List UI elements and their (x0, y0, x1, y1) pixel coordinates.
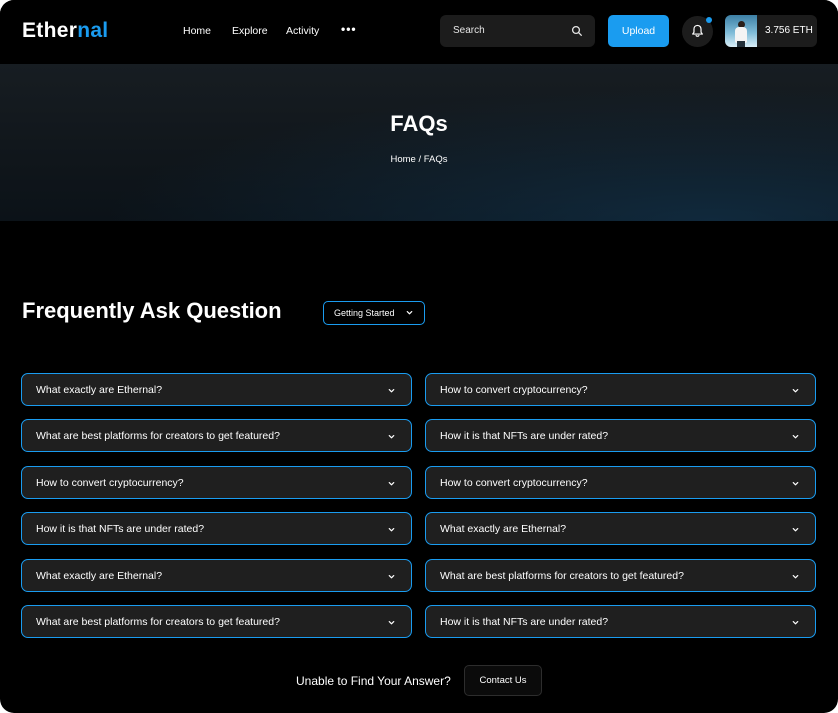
faq-item[interactable]: How it is that NFTs are under rated? (425, 605, 816, 638)
chevron-down-icon (792, 528, 799, 532)
wallet-button[interactable]: 3.756 ETH (725, 15, 817, 47)
search-input[interactable]: Search (440, 15, 595, 47)
faq-question: What exactly are Ethernal? (440, 523, 567, 535)
faq-item[interactable]: What exactly are Ethernal? (425, 512, 816, 545)
faq-question: How to convert cryptocurrency? (36, 477, 184, 489)
faq-item[interactable]: What exactly are Ethernal? (21, 373, 412, 406)
faq-item[interactable]: What are best platforms for creators to … (425, 559, 816, 592)
contact-us-button[interactable]: Contact Us (464, 665, 542, 696)
chevron-down-icon (792, 621, 799, 625)
chevron-down-icon (388, 482, 395, 486)
logo[interactable]: Ethernal (22, 19, 108, 43)
chevron-down-icon (388, 435, 395, 439)
section-title: Frequently Ask Question (22, 298, 282, 323)
faq-item[interactable]: What are best platforms for creators to … (21, 419, 412, 452)
faq-item[interactable]: How to convert cryptocurrency? (425, 373, 816, 406)
chevron-down-icon (792, 435, 799, 439)
page-frame: Ethernal Home Explore Activity ••• Searc… (0, 0, 838, 713)
upload-button[interactable]: Upload (608, 15, 669, 47)
nav-activity[interactable]: Activity (286, 25, 319, 37)
nav-explore[interactable]: Explore (232, 25, 268, 37)
chevron-down-icon (406, 311, 413, 315)
faq-item[interactable]: What are best platforms for creators to … (21, 605, 412, 638)
faq-item[interactable]: How to convert cryptocurrency? (425, 466, 816, 499)
chevron-down-icon (792, 482, 799, 486)
chevron-down-icon (792, 575, 799, 579)
search-placeholder: Search (453, 25, 485, 36)
faq-item[interactable]: How to convert cryptocurrency? (21, 466, 412, 499)
chevron-down-icon (388, 528, 395, 532)
chevron-down-icon (388, 389, 395, 393)
faq-question: What are best platforms for creators to … (440, 570, 684, 582)
faq-question: What exactly are Ethernal? (36, 570, 163, 582)
faq-question: How it is that NFTs are under rated? (36, 523, 205, 535)
faq-question: How to convert cryptocurrency? (440, 384, 588, 396)
faq-item[interactable]: How it is that NFTs are under rated? (425, 419, 816, 452)
faq-question: What are best platforms for creators to … (36, 430, 280, 442)
more-menu-icon[interactable]: ••• (341, 22, 357, 36)
faq-item[interactable]: How it is that NFTs are under rated? (21, 512, 412, 545)
bell-icon (692, 24, 703, 37)
category-dropdown[interactable]: Getting Started (323, 301, 425, 325)
faq-item[interactable]: What exactly are Ethernal? (21, 559, 412, 592)
page-title: FAQs (390, 111, 448, 136)
faq-question: How it is that NFTs are under rated? (440, 430, 609, 442)
search-icon[interactable] (571, 25, 583, 37)
chevron-down-icon (792, 389, 799, 393)
chevron-down-icon (388, 621, 395, 625)
hero-banner: FAQs Home / FAQs (0, 64, 838, 221)
faq-question: What are best platforms for creators to … (36, 616, 280, 628)
category-dropdown-label: Getting Started (334, 308, 395, 318)
avatar (725, 15, 757, 47)
faq-question: What exactly are Ethernal? (36, 384, 163, 396)
faq-question: How it is that NFTs are under rated? (440, 616, 609, 628)
wallet-balance: 3.756 ETH (765, 25, 813, 36)
breadcrumb[interactable]: Home / FAQs (0, 154, 838, 165)
notification-badge (706, 17, 712, 23)
nav-home[interactable]: Home (183, 25, 211, 37)
top-header: Ethernal Home Explore Activity ••• Searc… (0, 0, 838, 64)
faq-question: How to convert cryptocurrency? (440, 477, 588, 489)
chevron-down-icon (388, 575, 395, 579)
notifications-button[interactable] (682, 16, 713, 47)
help-prompt: Unable to Find Your Answer? (296, 674, 451, 688)
